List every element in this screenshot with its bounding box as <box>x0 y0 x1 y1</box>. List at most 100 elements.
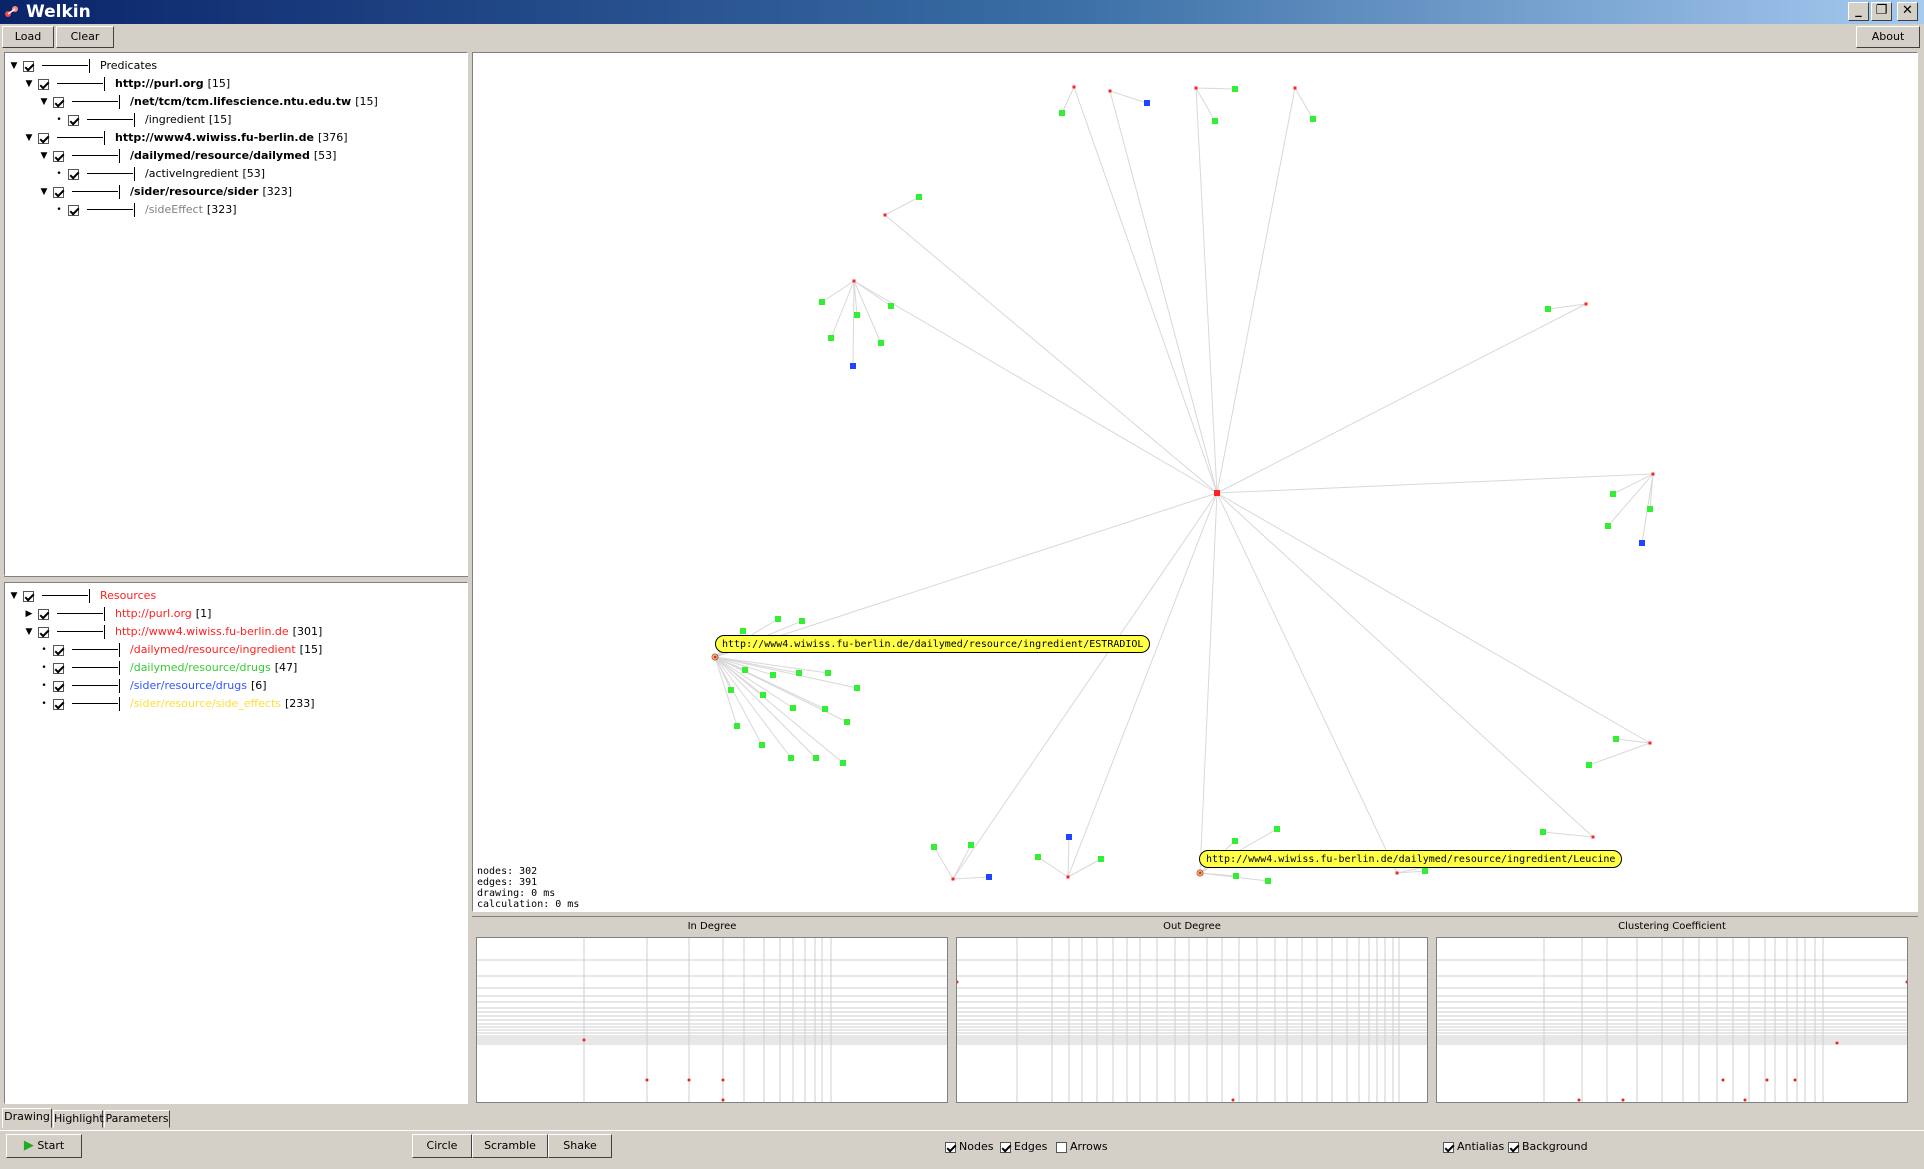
graph-edge[interactable] <box>1067 836 1070 878</box>
antialias-checkbox[interactable] <box>1443 1141 1454 1153</box>
drug-node[interactable] <box>734 723 740 729</box>
nodes-checkbox[interactable] <box>945 1141 956 1153</box>
tab-highlight[interactable]: Highlight <box>53 1110 104 1128</box>
predicate-tree-node[interactable]: ▼ /dailymed/resource/dailymed [53] <box>39 147 336 165</box>
graph-edge[interactable] <box>1067 492 1218 878</box>
drug-node[interactable] <box>1605 523 1611 529</box>
ingredient-node[interactable] <box>1066 875 1070 879</box>
predicate-tree-node[interactable]: • /activeIngredient [53] <box>54 165 265 183</box>
drug-node[interactable] <box>788 755 794 761</box>
graph-edge[interactable] <box>1037 856 1069 878</box>
predicate-tree-checkbox[interactable] <box>68 114 79 126</box>
resource-tree-checkbox[interactable] <box>53 644 64 656</box>
graph-edge[interactable] <box>852 280 855 367</box>
predicate-tree-node[interactable]: ▼ Predicates <box>9 57 157 75</box>
ingredient-node[interactable] <box>1591 835 1595 839</box>
leaf-bullet-icon[interactable]: • <box>39 659 49 677</box>
graph-edge[interactable] <box>952 492 1218 880</box>
graph-edge[interactable] <box>714 656 763 746</box>
expander-icon[interactable]: ▼ <box>9 587 19 605</box>
restore-button[interactable]: ❐ <box>1871 2 1892 21</box>
drug-node[interactable] <box>840 760 846 766</box>
drug-node[interactable] <box>1233 873 1239 879</box>
graph-edge[interactable] <box>1073 86 1218 494</box>
predicate-tree-node[interactable]: • /ingredient [15] <box>54 111 231 129</box>
predicate-tree-node[interactable]: ▼ http://www4.wiwiss.fu-berlin.de [376] <box>24 129 348 147</box>
graph-edge[interactable] <box>1542 831 1594 838</box>
drug-node[interactable] <box>822 706 828 712</box>
resource-tree-node[interactable]: ▶ http://purl.org [1] <box>24 605 211 623</box>
drug-node[interactable] <box>968 842 974 848</box>
graph-edge[interactable] <box>1216 492 1651 744</box>
background-checkbox[interactable] <box>1508 1141 1519 1153</box>
drug-node[interactable] <box>819 299 825 305</box>
ingredient-node[interactable] <box>1194 86 1198 90</box>
drug-node[interactable] <box>1610 491 1616 497</box>
leaf-bullet-icon[interactable]: • <box>54 111 64 129</box>
predicate-tree-node[interactable]: ▼ /net/tcm/tcm.lifescience.ntu.edu.tw [15] <box>39 93 378 111</box>
about-button[interactable]: About <box>1856 26 1920 48</box>
graph-edge[interactable] <box>1216 492 1594 838</box>
graph-edge[interactable] <box>1109 90 1218 494</box>
graph-edge[interactable] <box>1612 473 1654 495</box>
expander-icon[interactable]: ▼ <box>24 623 34 641</box>
ingredient-node[interactable] <box>1293 86 1297 90</box>
graph-edge[interactable] <box>1216 492 1398 874</box>
graph-edge[interactable] <box>714 656 792 759</box>
graph-edge[interactable] <box>821 280 855 303</box>
leaf-bullet-icon[interactable]: • <box>54 201 64 219</box>
drug-node[interactable] <box>1422 868 1428 874</box>
graph-drawing[interactable] <box>473 53 1917 911</box>
drug-node[interactable] <box>1639 540 1645 546</box>
drug-node[interactable] <box>828 335 834 341</box>
drug-node[interactable] <box>878 340 884 346</box>
drug-node[interactable] <box>1274 826 1280 832</box>
drug-node[interactable] <box>854 685 860 691</box>
drug-node[interactable] <box>888 303 894 309</box>
drug-node[interactable] <box>931 844 937 850</box>
arrows-checkbox[interactable] <box>1056 1141 1067 1153</box>
tab-drawing[interactable]: Drawing <box>2 1108 52 1128</box>
resource-tree-checkbox[interactable] <box>53 662 64 674</box>
graph-edge[interactable] <box>952 876 990 880</box>
nodes-toggle[interactable]: Nodes <box>945 1140 993 1154</box>
predicate-tree-node[interactable]: ▼ /sider/resource/sider [323] <box>39 183 292 201</box>
drug-node[interactable] <box>916 194 922 200</box>
drug-node[interactable] <box>1265 878 1271 884</box>
ingredient-node[interactable] <box>883 213 887 217</box>
drug-node[interactable] <box>1586 762 1592 768</box>
drug-node[interactable] <box>799 618 805 624</box>
resource-tree-checkbox[interactable] <box>38 626 49 638</box>
tab-parameters[interactable]: Parameters <box>104 1110 170 1128</box>
graph-edge[interactable] <box>1109 90 1148 104</box>
predicate-tree-checkbox[interactable] <box>68 204 79 216</box>
resource-tree-node[interactable]: • /sider/resource/side_effects [233] <box>39 695 315 713</box>
predicate-tree-checkbox[interactable] <box>38 132 49 144</box>
graph-edge[interactable] <box>714 656 858 689</box>
drug-node[interactable] <box>1212 118 1218 124</box>
ingredient-node[interactable] <box>1198 871 1202 875</box>
resource-tree-node[interactable]: • /dailymed/resource/ingredient [15] <box>39 641 322 659</box>
resource-tree-checkbox[interactable] <box>23 590 34 602</box>
graph-edge[interactable] <box>1216 303 1587 494</box>
close-button[interactable]: ✕ <box>1897 2 1918 21</box>
drug-node[interactable] <box>790 705 796 711</box>
drug-node[interactable] <box>1613 736 1619 742</box>
leaf-bullet-icon[interactable]: • <box>39 695 49 713</box>
graph-edge[interactable] <box>1294 87 1314 120</box>
graph-canvas[interactable]: http://www4.wiwiss.fu-berlin.de/dailymed… <box>472 52 1918 912</box>
ingredient-node[interactable] <box>713 655 717 659</box>
resource-tree-node[interactable]: • /sider/resource/drugs [6] <box>39 677 267 695</box>
load-button[interactable]: Load <box>2 26 54 48</box>
expander-icon[interactable]: ▼ <box>9 57 19 75</box>
drug-node[interactable] <box>850 363 856 369</box>
graph-edge[interactable] <box>1216 473 1654 494</box>
drug-node[interactable] <box>759 742 765 748</box>
ingredient-node[interactable] <box>1648 741 1652 745</box>
scramble-button[interactable]: Scramble <box>472 1134 548 1158</box>
graph-edge[interactable] <box>884 214 1218 494</box>
predicate-tree-node[interactable]: • /sideEffect [323] <box>54 201 237 219</box>
ingredient-node[interactable] <box>1651 472 1655 476</box>
drug-node[interactable] <box>770 672 776 678</box>
drug-node[interactable] <box>1098 856 1104 862</box>
